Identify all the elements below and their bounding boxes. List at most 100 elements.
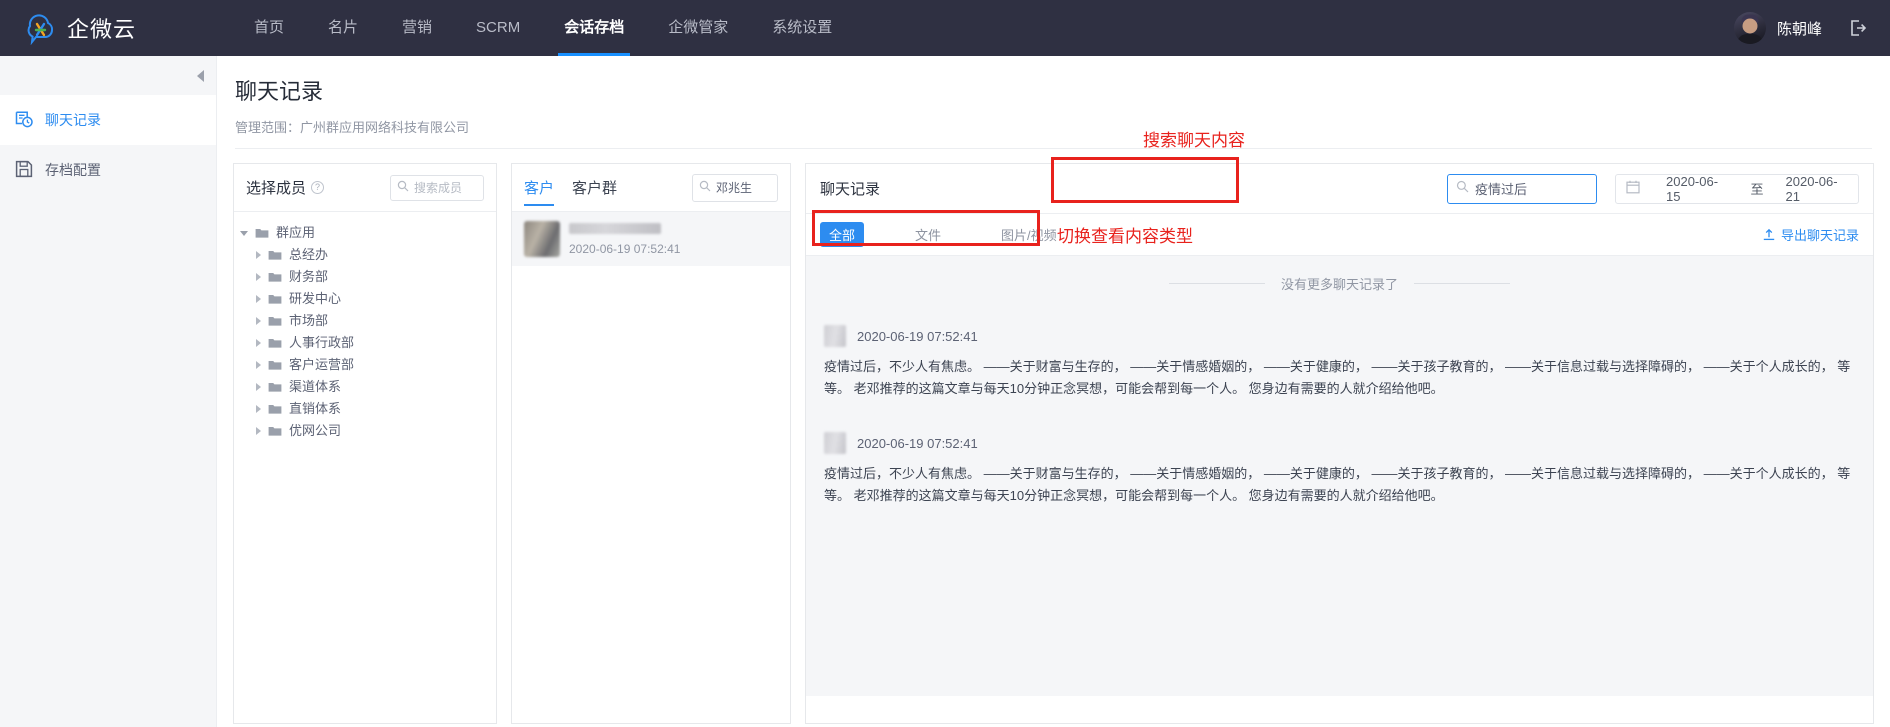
folder-icon xyxy=(268,249,282,261)
chevron-right-icon[interactable] xyxy=(256,251,261,259)
chat-message-area[interactable]: 没有更多聊天记录了 2020-06-19 07:52:41 疫情过后，不少人有焦… xyxy=(806,256,1873,696)
sidebar-item-label-chat-history: 聊天记录 xyxy=(45,112,101,128)
annotation-search-chat-content: 搜索聊天内容 xyxy=(1143,131,1245,150)
customer-last-time: 2020-06-19 07:52:41 xyxy=(569,241,681,256)
nav-link-session-archive[interactable]: 会话存档 xyxy=(542,0,646,56)
filter-image-video[interactable]: 图片/视频 xyxy=(992,222,1066,247)
customer-search-input[interactable]: 邓兆生 xyxy=(692,173,778,202)
chevron-right-icon[interactable] xyxy=(256,339,261,347)
export-chat-record-button[interactable]: 导出聊天记录 xyxy=(1762,225,1859,244)
chevron-right-icon[interactable] xyxy=(256,427,261,435)
sidebar-item-archive-config[interactable]: 存档配置 xyxy=(0,145,216,195)
nav-link-system-settings[interactable]: 系统设置 xyxy=(750,0,854,56)
tab-customer-group[interactable]: 客户群 xyxy=(572,164,617,212)
filter-file[interactable]: 文件 xyxy=(906,222,950,247)
no-more-records-divider: 没有更多聊天记录了 xyxy=(824,274,1855,293)
folder-icon xyxy=(268,425,282,437)
tree-node-zhixiaotixi[interactable]: 直销体系 xyxy=(240,398,496,420)
date-range-start: 2020-06-15 xyxy=(1666,173,1719,204)
customer-meta: 2020-06-19 07:52:41 xyxy=(569,222,681,256)
tab-customer[interactable]: 客户 xyxy=(524,164,555,212)
nav-link-home[interactable]: 首页 xyxy=(232,0,306,56)
nav-links: 首页 名片 营销 SCRM 会话存档 企微管家 系统设置 xyxy=(232,0,854,56)
nav-link-marketing[interactable]: 营销 xyxy=(380,0,454,56)
chevron-right-icon[interactable] xyxy=(256,295,261,303)
divider-line-left xyxy=(1168,283,1265,284)
tree-node-label: 直销体系 xyxy=(289,401,342,416)
tree-node-kehuyunyingbu[interactable]: 客户运营部 xyxy=(240,354,496,376)
filter-all[interactable]: 全部 xyxy=(820,222,865,247)
tree-node-label: 人事行政部 xyxy=(289,335,355,350)
folder-icon xyxy=(268,293,282,305)
page-header: 聊天记录 管理范围：广州群应用网络科技有限公司 xyxy=(217,56,1890,136)
chat-search-input[interactable]: 疫情过后 xyxy=(1447,173,1597,204)
date-range-picker[interactable]: 2020-06-15 至 2020-06-21 xyxy=(1615,173,1859,204)
brand[interactable]: 企微云 xyxy=(24,11,204,45)
chevron-right-icon[interactable] xyxy=(256,317,261,325)
chevron-right-icon[interactable] xyxy=(256,273,261,281)
customer-name-masked xyxy=(569,222,661,234)
chat-message-text: 疫情过后，不少人有焦虑。 ——关于财富与生存的， ——关于情感婚姻的， ——关于… xyxy=(824,466,1851,503)
avatar xyxy=(524,221,560,257)
nav-link-scrm[interactable]: SCRM xyxy=(454,0,542,56)
sidebar-item-label-archive-config: 存档配置 xyxy=(45,162,101,178)
search-icon xyxy=(397,179,409,197)
search-icon xyxy=(699,179,711,197)
date-range-separator: 至 xyxy=(1750,182,1764,197)
member-search-placeholder: 搜索成员 xyxy=(414,181,463,195)
date-range-end: 2020-06-21 xyxy=(1785,173,1838,204)
logout-icon[interactable] xyxy=(1848,18,1868,38)
chat-panel-title: 聊天记录 xyxy=(820,181,881,198)
tree-node-youwanggongsi[interactable]: 优网公司 xyxy=(240,420,496,442)
collapse-left-icon[interactable] xyxy=(197,69,204,82)
tree-node-yanfazhongxin[interactable]: 研发中心 xyxy=(240,288,496,310)
cloud-chat-logo-icon xyxy=(24,11,58,45)
content-type-filter-row: 全部 文件 图片/视频 导出聊天记录 xyxy=(806,214,1873,256)
chevron-down-icon[interactable] xyxy=(240,230,248,236)
nav-link-card[interactable]: 名片 xyxy=(306,0,380,56)
chat-message-header: 2020-06-19 07:52:41 xyxy=(824,432,1855,454)
sidebar-collapse-row xyxy=(0,56,216,95)
chevron-right-icon[interactable] xyxy=(256,383,261,391)
avatar[interactable] xyxy=(1733,12,1766,44)
member-selection-panel: 选择成员 ? 搜索成员 群应用 总经办 财务部 研发中心 市场部 人事行政部 客… xyxy=(233,163,497,724)
tree-node-qudaotixi[interactable]: 渠道体系 xyxy=(240,376,496,398)
folder-icon xyxy=(268,381,282,393)
folder-icon xyxy=(255,227,269,239)
chat-message-header: 2020-06-19 07:52:41 xyxy=(824,325,1855,347)
tree-node-label: 总经办 xyxy=(289,247,329,262)
tree-node-caiwubu[interactable]: 财务部 xyxy=(240,266,496,288)
tree-node-root[interactable]: 群应用 xyxy=(240,222,496,244)
question-mark-icon[interactable]: ? xyxy=(311,181,325,194)
tree-node-zongjingban[interactable]: 总经办 xyxy=(240,244,496,266)
three-column-layout: 选择成员 ? 搜索成员 群应用 总经办 财务部 研发中心 市场部 人事行政部 客… xyxy=(217,149,1890,724)
chat-message-text: 疫情过后，不少人有焦虑。 ——关于财富与生存的， ——关于情感婚姻的， ——关于… xyxy=(824,359,1851,396)
folder-icon xyxy=(268,315,282,327)
page-title: 聊天记录 xyxy=(235,79,324,104)
chat-record-panel: 聊天记录 疫情过后 2020-06-15 至 2020-06-21 全部 文件 … xyxy=(805,163,1874,724)
save-archive-icon xyxy=(14,159,34,182)
page-scope-value: 广州群应用网络科技有限公司 xyxy=(300,120,470,135)
avatar xyxy=(824,325,846,347)
folder-icon xyxy=(268,271,282,283)
tree-node-renshixingzhengbu[interactable]: 人事行政部 xyxy=(240,332,496,354)
tree-node-shichangbu[interactable]: 市场部 xyxy=(240,310,496,332)
member-panel-header: 选择成员 ? 搜索成员 xyxy=(234,164,496,212)
member-search-input[interactable]: 搜索成员 xyxy=(390,174,484,201)
brand-name: 企微云 xyxy=(67,17,137,42)
tree-node-label: 财务部 xyxy=(289,269,329,284)
chat-panel-header: 聊天记录 疫情过后 2020-06-15 至 2020-06-21 xyxy=(806,164,1873,214)
avatar xyxy=(824,432,846,454)
list-item[interactable]: 2020-06-19 07:52:41 xyxy=(512,212,790,266)
chevron-right-icon[interactable] xyxy=(256,405,261,413)
member-panel-title: 选择成员 xyxy=(246,180,307,197)
avatar-face xyxy=(1742,18,1758,34)
tree-node-label: 市场部 xyxy=(289,313,329,328)
upload-icon xyxy=(1762,228,1776,242)
customer-list-panel: 客户 客户群 邓兆生 2020-06-19 07:52:41 xyxy=(511,163,791,724)
chevron-right-icon[interactable] xyxy=(256,361,261,369)
customer-search-value: 邓兆生 xyxy=(716,181,753,195)
sidebar-item-chat-history[interactable]: 聊天记录 xyxy=(0,95,216,145)
page-scope: 管理范围：广州群应用网络科技有限公司 xyxy=(235,117,1890,136)
nav-link-steward[interactable]: 企微管家 xyxy=(646,0,750,56)
